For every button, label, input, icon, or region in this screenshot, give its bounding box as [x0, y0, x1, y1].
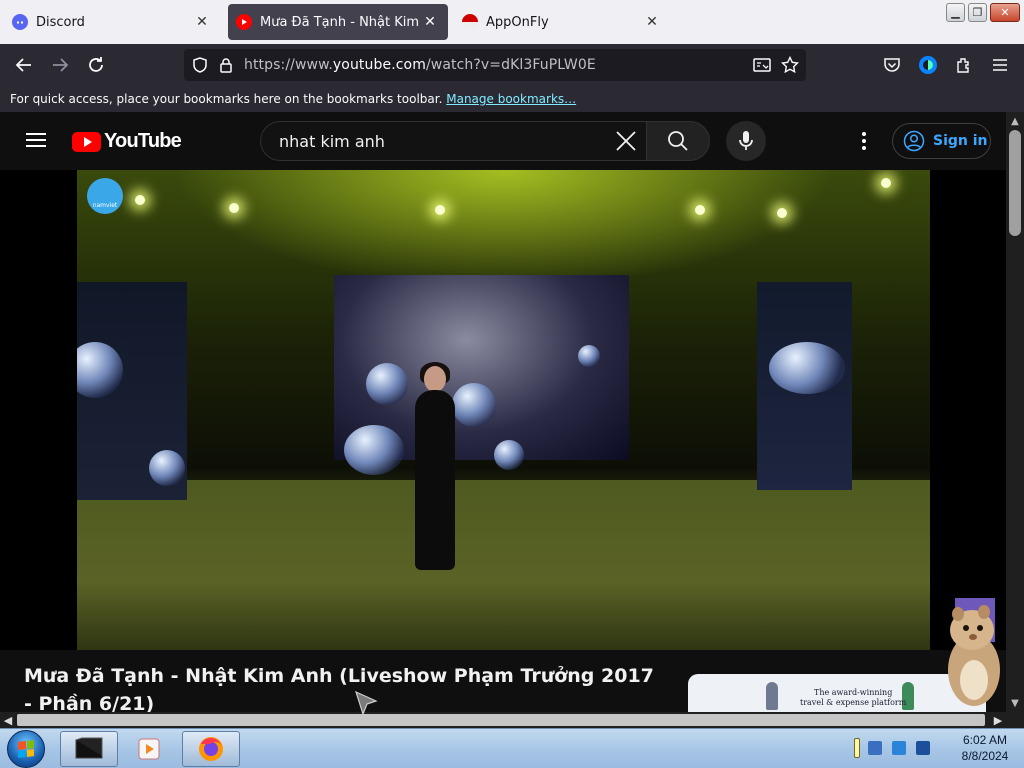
channel-watermark[interactable]: namviet	[87, 178, 123, 214]
minimize-icon[interactable]: ▁	[946, 3, 965, 22]
close-tab-icon[interactable]: ✕	[642, 12, 662, 32]
manage-bookmarks-link[interactable]: Manage bookmarks…	[446, 92, 576, 106]
vertical-scrollbar[interactable]: ▲ ▼	[1006, 112, 1024, 712]
screen: Discord ✕ Mưa Đã Tạnh - Nhật Kim Anh (Li…	[0, 0, 1024, 768]
tab-apponfly[interactable]: AppOnFly ✕	[454, 4, 670, 40]
singer-head	[424, 366, 446, 392]
search-button[interactable]	[646, 121, 710, 161]
microphone-icon	[739, 131, 753, 150]
led-screen-center	[334, 275, 629, 475]
restore-icon[interactable]: ❐	[968, 3, 987, 22]
led-screen-left	[77, 282, 187, 500]
logo-wordmark: YouTube	[104, 130, 182, 152]
url-prefix: https://www.	[244, 57, 333, 73]
notification-flag-icon[interactable]	[854, 738, 860, 758]
star-icon[interactable]	[778, 53, 802, 77]
media-player-icon	[138, 738, 160, 760]
menu-icon[interactable]	[988, 53, 1012, 77]
shield-icon[interactable]	[188, 53, 212, 77]
forward-icon[interactable]	[48, 53, 72, 77]
voice-search-button[interactable]	[726, 121, 766, 161]
led-screen-right	[757, 282, 852, 490]
scroll-down-icon[interactable]: ▼	[1006, 694, 1024, 712]
sign-in-button[interactable]: Sign in	[892, 123, 991, 159]
firefox-icon	[199, 737, 223, 761]
tab-discord[interactable]: Discord ✕	[4, 4, 220, 40]
network-icon[interactable]	[868, 741, 882, 755]
video-player[interactable]: namviet	[0, 170, 1006, 650]
search-icon	[668, 131, 688, 151]
hamster-mascot-icon	[948, 605, 1000, 706]
close-tab-icon[interactable]: ✕	[192, 12, 212, 32]
extensions-icon[interactable]	[952, 53, 976, 77]
scroll-right-icon[interactable]: ▶	[990, 712, 1006, 728]
taskbar-app-terminal[interactable]	[60, 731, 118, 767]
window-controls: ▁ ❐ ✕	[946, 3, 1020, 22]
volume-icon[interactable]	[916, 741, 930, 755]
taskbar: 6:02 AM 8/8/2024	[0, 728, 1024, 768]
url-domain: youtube.com	[332, 57, 426, 73]
clock-date: 8/8/2024	[961, 749, 1009, 763]
ad-line-2: travel & expense platform	[800, 698, 907, 707]
youtube-header: YouTube nhat kim anh Sign in	[0, 112, 1006, 170]
singer-body	[415, 390, 455, 570]
tab-label: Discord	[36, 14, 85, 30]
user-circle-icon	[903, 130, 925, 152]
search-input[interactable]: nhat kim anh	[260, 121, 646, 161]
youtube-play-icon	[72, 131, 101, 152]
url-bar[interactable]: https://www.youtube.com/watch?v=dKl3FuPL…	[184, 49, 806, 81]
scroll-left-icon[interactable]: ◀	[0, 712, 16, 728]
horizontal-scrollbar[interactable]: ◀ ▶	[0, 712, 1006, 728]
reload-icon[interactable]	[84, 53, 108, 77]
clock-time: 6:02 AM	[962, 733, 1008, 747]
window-close-icon[interactable]: ✕	[990, 3, 1020, 22]
back-icon[interactable]	[12, 53, 36, 77]
tab-strip: Discord ✕ Mưa Đã Tạnh - Nhật Kim Anh (Li…	[0, 0, 1024, 44]
sign-in-label: Sign in	[933, 133, 988, 149]
bookmarks-hint: For quick access, place your bookmarks h…	[10, 92, 443, 106]
close-tab-icon[interactable]: ✕	[420, 12, 440, 32]
video-frame[interactable]: namviet	[77, 170, 930, 650]
bookmarks-toolbar: For quick access, place your bookmarks h…	[0, 86, 1024, 112]
search-query: nhat kim anh	[279, 132, 385, 151]
ad-line-1: The award-winning	[813, 688, 893, 697]
watermark-text: namviet	[92, 202, 118, 209]
url-path: /watch?v=dKl3FuPLW0E	[425, 57, 596, 73]
settings-more-icon[interactable]	[852, 129, 876, 153]
tab-label: Mưa Đã Tạnh - Nhật Kim Anh (Liveshow	[260, 14, 420, 30]
guide-menu-icon[interactable]	[24, 129, 48, 153]
taskbar-app-media[interactable]	[120, 731, 178, 767]
windows-logo-icon	[18, 740, 34, 758]
scroll-thumb[interactable]	[17, 714, 985, 726]
pocket-icon[interactable]	[880, 53, 904, 77]
discord-icon	[12, 14, 28, 30]
navigation-bar: https://www.youtube.com/watch?v=dKl3FuPL…	[0, 44, 1024, 86]
taskbar-app-firefox[interactable]	[182, 731, 240, 767]
reader-view-icon[interactable]	[750, 53, 774, 77]
window-app-icon	[75, 737, 103, 759]
youtube-logo[interactable]: YouTube	[72, 130, 182, 153]
video-title: Mưa Đã Tạnh - Nhật Kim Anh (Liveshow Phạ…	[24, 665, 654, 715]
url-text[interactable]: https://www.youtube.com/watch?v=dKl3FuPL…	[244, 57, 596, 73]
system-tray: 6:02 AM 8/8/2024	[840, 729, 1024, 768]
ad-figure	[766, 682, 778, 710]
scroll-corner	[1006, 712, 1024, 728]
scroll-thumb[interactable]	[1009, 130, 1021, 236]
lock-icon[interactable]	[214, 53, 238, 77]
ad-text: The award-winning travel & expense platf…	[800, 688, 906, 708]
account-icon[interactable]	[916, 53, 940, 77]
video-info: Mưa Đã Tạnh - Nhật Kim Anh (Liveshow Phạ…	[0, 650, 1006, 715]
apponfly-icon	[462, 14, 478, 30]
tab-youtube[interactable]: Mưa Đã Tạnh - Nhật Kim Anh (Liveshow ✕	[228, 4, 448, 40]
tab-label: AppOnFly	[486, 14, 549, 30]
youtube-icon	[236, 14, 252, 30]
clear-search-icon[interactable]	[613, 128, 639, 154]
scroll-up-icon[interactable]: ▲	[1006, 112, 1024, 130]
start-button[interactable]	[7, 730, 45, 768]
mouse-cursor-icon	[355, 690, 378, 716]
stage-floor	[77, 480, 930, 650]
display-icon[interactable]	[892, 741, 906, 755]
taskbar-clock[interactable]: 6:02 AM 8/8/2024	[946, 732, 1024, 764]
